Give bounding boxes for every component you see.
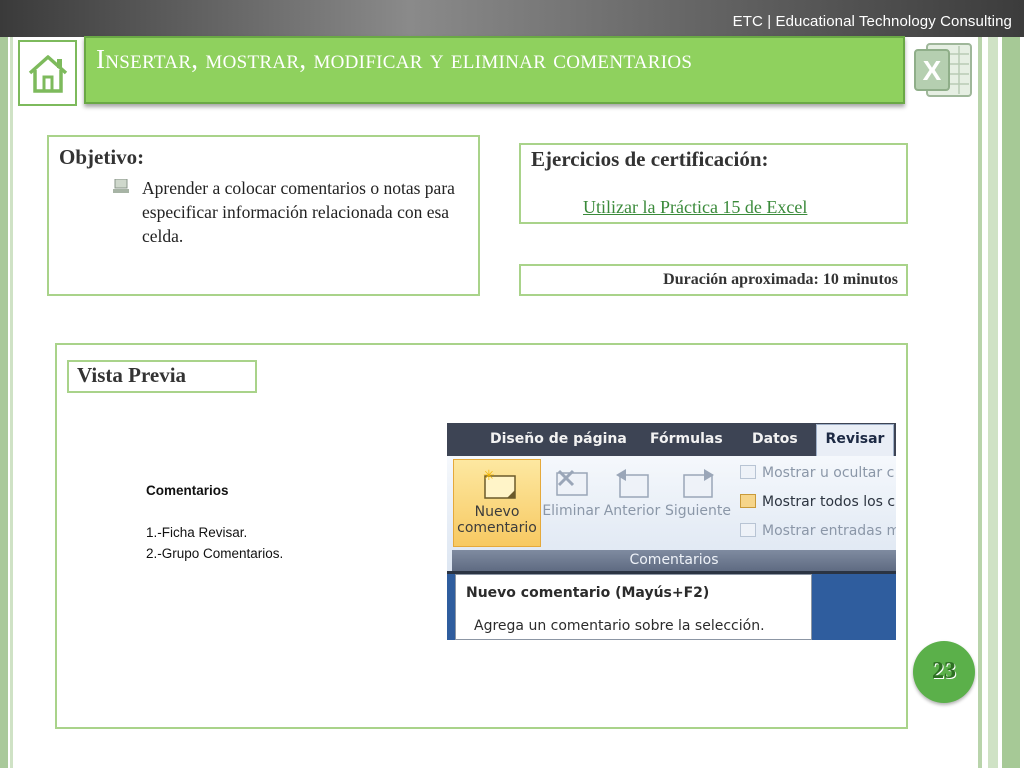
mostrar-entradas-label: Mostrar entradas m xyxy=(762,523,896,539)
tab-diseno-de-pagina[interactable]: Diseño de página xyxy=(490,431,627,447)
objetivo-text: Aprender a colocar comentarios o notas p… xyxy=(142,178,455,246)
duracion-text: Duración aproximada: 10 minutos xyxy=(663,271,898,288)
objetivo-title: Objetivo: xyxy=(59,145,145,169)
practica-link[interactable]: Utilizar la Práctica 15 de Excel xyxy=(583,197,807,218)
svg-text:X: X xyxy=(923,55,942,86)
delete-comment-icon xyxy=(556,469,588,496)
right-frame-bar xyxy=(988,37,998,768)
right-frame-bar xyxy=(1002,37,1020,768)
siguiente-button[interactable]: Siguiente xyxy=(663,459,733,547)
left-frame-bar xyxy=(0,37,8,768)
siguiente-label: Siguiente xyxy=(664,503,731,519)
eliminar-button[interactable]: Eliminar xyxy=(541,459,601,547)
nuevo-comentario-label: Nuevo comentario xyxy=(457,504,537,536)
slide-title-bar: Insertar, mostrar, modificar y eliminar … xyxy=(84,36,905,104)
tooltip-title: Nuevo comentario (Mayús+F2) xyxy=(466,585,710,601)
show-hide-comment-icon xyxy=(740,465,756,479)
anterior-label: Anterior xyxy=(603,503,661,519)
eliminar-label: Eliminar xyxy=(542,503,600,519)
nuevo-comentario-button[interactable]: ✳ Nuevo comentario xyxy=(453,459,541,547)
ejercicios-title: Ejercicios de certificación: xyxy=(531,147,769,171)
step-item: 2.-Grupo Comentarios. xyxy=(146,546,284,561)
comentarios-title: Comentarios xyxy=(146,483,229,498)
nuevo-comentario-tooltip: Nuevo comentario (Mayús+F2) Agrega un co… xyxy=(455,574,812,640)
excel-logo-icon: X xyxy=(914,43,972,97)
sheet-area: Nuevo comentario (Mayús+F2) Agrega un co… xyxy=(447,574,896,640)
tab-datos[interactable]: Datos xyxy=(752,431,798,447)
new-comment-icon: ✳ xyxy=(483,468,516,499)
vista-previa-label-box: Vista Previa xyxy=(67,360,257,393)
svg-text:✳: ✳ xyxy=(483,468,495,484)
step-item: 1.-Ficha Revisar. xyxy=(146,525,248,540)
top-banner: ETC | Educational Technology Consulting xyxy=(0,0,1024,37)
mostrar-todos-comentarios[interactable]: Mostrar todos los c xyxy=(740,494,895,510)
ejercicios-box: Ejercicios de certificación: Utilizar la… xyxy=(519,143,908,224)
tab-formulas[interactable]: Fórmulas xyxy=(650,431,723,447)
excel-ribbon-screenshot: Diseño de página Fórmulas Datos Revisar … xyxy=(447,423,896,640)
comentarios-instructions: Comentarios 1.-Ficha Revisar. 2.-Grupo C… xyxy=(146,480,283,564)
duracion-box: Duración aproximada: 10 minutos xyxy=(519,264,908,296)
comentarios-group-label: Comentarios xyxy=(452,550,896,571)
page-number-badge: 23 xyxy=(913,641,975,703)
vista-previa-label: Vista Previa xyxy=(77,363,187,387)
mostrar-ocultar-label: Mostrar u ocultar c xyxy=(762,465,895,481)
mostrar-ocultar-comentario[interactable]: Mostrar u ocultar c xyxy=(740,465,894,481)
home-button[interactable] xyxy=(18,40,77,106)
next-comment-icon xyxy=(683,469,714,498)
show-ink-icon xyxy=(740,523,756,537)
objetivo-box: Objetivo: Aprender a colocar comentarios… xyxy=(47,135,480,296)
mostrar-entradas-manuscritas[interactable]: Mostrar entradas m xyxy=(740,523,896,539)
computer-bullet-icon xyxy=(113,179,129,193)
show-all-comments-icon xyxy=(740,494,756,508)
slide-title: Insertar, mostrar, modificar y eliminar … xyxy=(96,44,693,74)
tab-revisar[interactable]: Revisar xyxy=(816,424,894,457)
left-frame-bar-inner xyxy=(10,37,13,768)
page-number: 23 xyxy=(932,658,956,684)
mostrar-todos-label: Mostrar todos los c xyxy=(762,494,896,510)
brand-text: ETC | Educational Technology Consulting xyxy=(732,13,1012,30)
tooltip-description: Agrega un comentario sobre la selección. xyxy=(474,618,765,634)
previous-comment-icon xyxy=(616,469,649,498)
home-icon xyxy=(28,55,67,93)
right-frame-bar xyxy=(978,37,982,768)
anterior-button[interactable]: Anterior xyxy=(601,459,663,547)
ribbon-tabs: Diseño de página Fórmulas Datos Revisar xyxy=(447,423,896,457)
